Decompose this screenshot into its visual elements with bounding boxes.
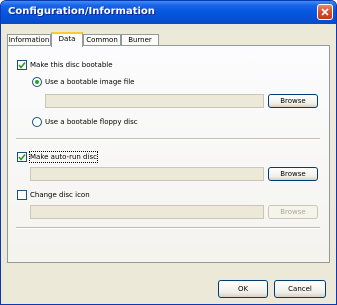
title-bar[interactable]: Configuration/Information [1, 1, 336, 24]
ok-button[interactable]: OK [218, 280, 268, 298]
bootable-image-path-input[interactable] [45, 94, 264, 108]
bootable-checkbox[interactable] [17, 60, 27, 70]
cancel-button[interactable]: Cancel [274, 280, 326, 298]
autorun-checkbox[interactable] [17, 152, 27, 162]
radio-bootable-floppy[interactable] [32, 117, 42, 127]
autorun-label: Make auto-run disc [29, 151, 98, 163]
section-divider [16, 138, 320, 140]
close-icon [321, 8, 329, 16]
checkmark-icon [18, 62, 26, 69]
tab-data[interactable]: Data [51, 32, 83, 47]
checkmark-icon [18, 154, 26, 161]
icon-path-input[interactable] [30, 205, 264, 219]
radio-bootable-image-label: Use a bootable image file [45, 78, 135, 86]
icon-browse-button[interactable]: Browse [268, 205, 318, 219]
tab-panel-data: Make this disc bootable Use a bootable i… [7, 45, 330, 263]
change-icon-checkbox[interactable] [17, 190, 27, 200]
close-button[interactable] [317, 4, 333, 20]
autorun-browse-button[interactable]: Browse [268, 167, 318, 181]
section-divider [16, 227, 320, 229]
change-icon-label: Change disc icon [30, 191, 90, 199]
radio-bootable-floppy-label: Use a bootable floppy disc [45, 118, 138, 126]
dialog-window: Configuration/Information Information Da… [0, 0, 337, 305]
window-title: Configuration/Information [8, 6, 155, 17]
radio-bootable-image[interactable] [32, 77, 42, 87]
radio-selected-dot [35, 80, 39, 84]
autorun-path-input[interactable] [30, 167, 264, 181]
bootable-browse-button[interactable]: Browse [268, 94, 318, 108]
bootable-label: Make this disc bootable [30, 61, 113, 69]
